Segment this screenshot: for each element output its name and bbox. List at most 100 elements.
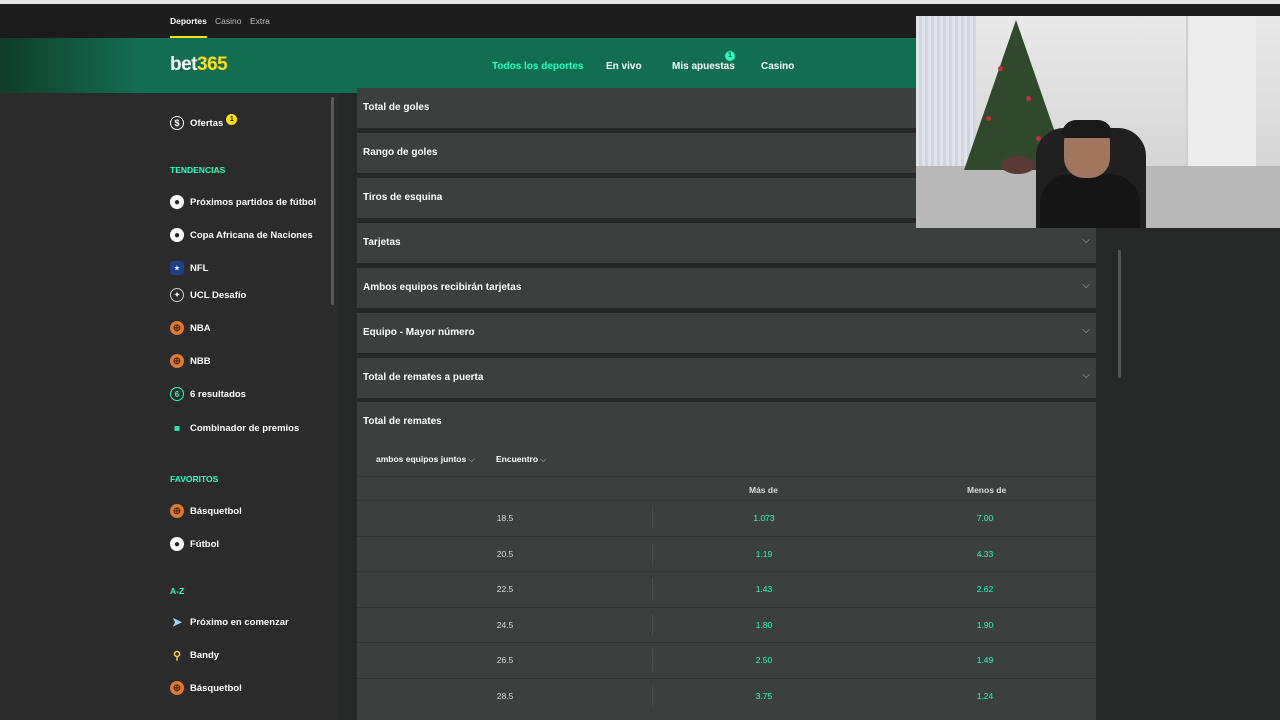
odds-under-button[interactable]: 1.49 xyxy=(945,655,1025,665)
sidebar-item-label: Ofertas xyxy=(190,117,224,129)
sidebar-item-ofertas[interactable]: $ Ofertas 1 xyxy=(170,113,238,132)
sidebar-item-fav-basquetbol[interactable]: ⊕ Básquetbol xyxy=(170,502,242,520)
nav-en-vivo[interactable]: En vivo xyxy=(606,61,642,72)
filter-teams-dropdown[interactable]: ambos equipos juntos ⌵ xyxy=(376,454,475,465)
main-scrollbar[interactable] xyxy=(1118,250,1121,378)
market-label: Rango de goles xyxy=(363,147,438,158)
odds-row: 18.5 1.073 7.00 xyxy=(357,500,1096,536)
bet365-logo[interactable]: bet365 xyxy=(170,54,228,76)
filter-period-dropdown[interactable]: Encuentro ⌵ xyxy=(496,454,546,465)
odds-under-button[interactable]: 1.90 xyxy=(945,620,1025,630)
sidebar-item-label: Copa Africana de Naciones xyxy=(190,229,313,241)
market-label: Ambos equipos recibirán tarjetas xyxy=(363,282,522,293)
market-label: Equipo - Mayor número xyxy=(363,327,475,338)
odds-header-row: Más de Menos de xyxy=(357,476,1096,500)
sidebar-item-6-resultados[interactable]: 6 6 resultados xyxy=(170,385,246,403)
odds-line-value: 24.5 xyxy=(496,619,514,630)
chevron-down-icon: ⌵ xyxy=(1082,280,1090,291)
webcam-overlay xyxy=(916,16,1280,228)
sidebar-scrollbar[interactable] xyxy=(331,97,334,305)
sidebar-item-proximo-comenzar[interactable]: ➤ Próximo en comenzar xyxy=(170,613,289,631)
basketball-icon: ⊕ xyxy=(170,321,184,335)
basketball-icon: ⊕ xyxy=(170,354,184,368)
webcam-door xyxy=(1186,16,1256,186)
ofertas-badge: 1 xyxy=(226,113,238,125)
sidebar-item-proximos-futbol[interactable]: ● Próximos partidos de fútbol xyxy=(170,193,316,211)
odds-line-value: 28.5 xyxy=(496,690,514,701)
chevron-down-icon: ⌵ xyxy=(1082,235,1090,246)
col-header-under: Menos de xyxy=(967,485,1007,495)
basketball-icon: ⊕ xyxy=(170,504,184,518)
ucl-star-ball-icon: ✦ xyxy=(170,288,184,302)
sidebar-item-label: 6 resultados xyxy=(190,388,246,400)
column-divider xyxy=(652,578,653,600)
odds-over-button[interactable]: 1.19 xyxy=(724,549,804,559)
toplink-casino[interactable]: Casino xyxy=(215,16,241,26)
odds-row: 22.5 1.43 2.62 xyxy=(357,571,1096,607)
basketball-icon: ⊕ xyxy=(170,681,184,695)
odds-row: 26.5 2.50 1.49 xyxy=(357,642,1096,678)
tree-ornament xyxy=(986,116,991,121)
odds-line-value: 20.5 xyxy=(496,548,514,559)
odds-over-button[interactable]: 2.50 xyxy=(724,655,804,665)
az-heading: A-Z xyxy=(170,586,185,596)
person-hair xyxy=(1062,120,1112,138)
chevron-down-icon: ⌵ xyxy=(1082,370,1090,381)
odds-over-button[interactable]: 3.75 xyxy=(724,691,804,701)
odds-line-value: 18.5 xyxy=(496,513,514,523)
dollar-icon: $ xyxy=(170,116,184,130)
nav-casino[interactable]: Casino xyxy=(761,61,794,72)
sidebar-item-label: Próximos partidos de fútbol xyxy=(190,196,317,208)
sidebar-item-nba[interactable]: ⊕ NBA xyxy=(170,319,211,337)
mis-apuestas-badge: 1 xyxy=(725,51,735,61)
prizes-icon: ▦ xyxy=(174,425,180,432)
sidebar-item-ucl-desafio[interactable]: ✦ UCL Desafío xyxy=(170,286,246,304)
odds-under-button[interactable]: 7.00 xyxy=(945,513,1025,523)
sidebar-item-bandy[interactable]: ⚲ Bandy xyxy=(170,646,219,664)
sidebar-item-label: Próximo en comenzar xyxy=(190,616,289,628)
sidebar-item-combinador[interactable]: ▦ Combinador de premios xyxy=(170,419,299,437)
sidebar-item-fav-futbol[interactable]: ● Fútbol xyxy=(170,535,219,553)
sidebar-item-nbb[interactable]: ⊕ NBB xyxy=(170,352,211,370)
market-label: Tiros de esquina xyxy=(363,192,443,203)
sidebar-item-label: Combinador de premios xyxy=(190,422,300,434)
tree-ornament xyxy=(1026,96,1031,101)
nfl-shield-icon: ★ xyxy=(170,261,184,275)
column-divider xyxy=(652,507,653,529)
odds-row: 24.5 1.80 1.90 xyxy=(357,606,1096,643)
sidebar-item-label: Bandy xyxy=(190,649,220,661)
sidebar-item-label: NBA xyxy=(190,322,211,334)
market-label[interactable]: Total de remates xyxy=(363,416,442,427)
odds-under-button[interactable]: 1.24 xyxy=(945,691,1025,701)
soccer-ball-icon: ● xyxy=(170,228,184,242)
chevron-down-icon: ⌵ xyxy=(540,454,547,464)
sidebar-item-label: Básquetbol xyxy=(190,682,242,694)
bandy-icon: ⚲ xyxy=(172,649,182,662)
nav-mis-apuestas[interactable]: Mis apuestas xyxy=(672,61,735,72)
tree-skirt xyxy=(1001,156,1035,174)
odds-line-value: 22.5 xyxy=(496,584,514,594)
odds-over-button[interactable]: 1.43 xyxy=(724,584,804,594)
odds-over-button[interactable]: 1.073 xyxy=(724,513,804,523)
chevron-down-icon: ⌵ xyxy=(468,454,475,464)
favoritos-heading: FAVORITOS xyxy=(170,474,219,484)
market-tarjetas[interactable]: Tarjetas ⌵ xyxy=(357,223,1096,263)
column-divider xyxy=(652,649,653,671)
column-divider xyxy=(652,542,653,565)
market-ambos-equipos-tarjetas[interactable]: Ambos equipos recibirán tarjetas ⌵ xyxy=(357,268,1096,308)
sidebar-item-az-basquetbol[interactable]: ⊕ Básquetbol xyxy=(170,679,242,697)
odds-row: 28.5 3.75 1.24 xyxy=(357,677,1096,714)
tree-ornament xyxy=(998,66,1003,71)
nav-todos-los-deportes[interactable]: Todos los deportes xyxy=(492,61,584,93)
toplink-deportes[interactable]: Deportes xyxy=(170,16,207,38)
sidebar-item-copa-africana[interactable]: ● Copa Africana de Naciones xyxy=(170,226,313,244)
toplink-extra[interactable]: Extra xyxy=(250,16,270,26)
market-label: Total de remates a puerta xyxy=(363,372,484,383)
market-label: Total de goles xyxy=(363,102,430,113)
odds-under-button[interactable]: 4.33 xyxy=(945,549,1025,559)
sidebar-item-nfl[interactable]: ★ NFL xyxy=(170,259,208,277)
odds-over-button[interactable]: 1.80 xyxy=(724,620,804,630)
market-total-remates-puerta[interactable]: Total de remates a puerta ⌵ xyxy=(357,358,1096,398)
market-equipo-mayor-numero[interactable]: Equipo - Mayor número ⌵ xyxy=(357,313,1096,353)
odds-under-button[interactable]: 2.62 xyxy=(945,584,1025,594)
